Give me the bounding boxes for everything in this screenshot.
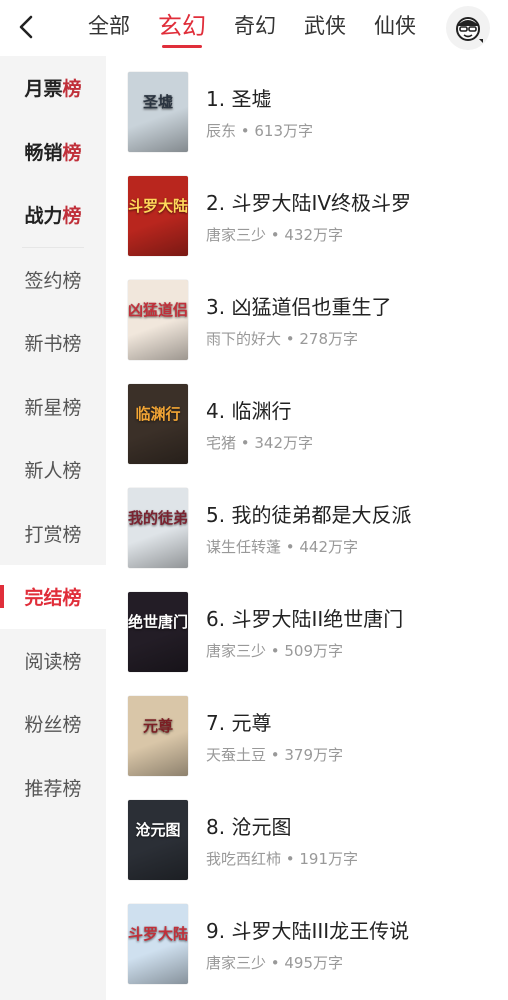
cover-title: 沧元图 <box>135 821 181 839</box>
sidebar-item-recommended[interactable]: 推荐榜 <box>0 756 106 820</box>
sidebar-item-fans[interactable]: 粉丝榜 <box>0 692 106 756</box>
book-title: 7. 元尊 <box>206 711 272 735</box>
cover-title: 斗罗大陆 <box>128 197 188 215</box>
list-item[interactable]: 临渊行 4. 临渊行 宅猪 • 342万字 <box>106 368 508 472</box>
sidebar-item-label-suffix: 榜 <box>62 78 82 101</box>
book-title: 6. 斗罗大陆II绝世唐门 <box>206 607 404 631</box>
book-cover: 凶猛道侣 <box>128 280 188 360</box>
list-item[interactable]: 我的徒弟 5. 我的徒弟都是大反派 谋生任转蓬 • 442万字 <box>106 472 508 576</box>
book-title: 4. 临渊行 <box>206 399 292 423</box>
avatar[interactable] <box>446 6 490 50</box>
list-item[interactable]: 绝世唐门 6. 斗罗大陆II绝世唐门 唐家三少 • 509万字 <box>106 576 508 680</box>
sidebar-item-label-suffix: 榜 <box>62 205 82 228</box>
book-cover: 绝世唐门 <box>128 592 188 672</box>
list-item[interactable]: 沧元图 8. 沧元图 我吃西红柿 • 191万字 <box>106 784 508 888</box>
cover-title: 临渊行 <box>135 405 181 423</box>
book-title: 9. 斗罗大陆III龙王传说 <box>206 919 410 943</box>
book-title: 8. 沧元图 <box>206 815 292 839</box>
book-meta: 谋生任转蓬 • 442万字 <box>206 538 359 556</box>
tab-qihuan[interactable]: 奇幻 <box>234 0 276 56</box>
tab-all[interactable]: 全部 <box>88 0 130 56</box>
book-cover: 圣墟 <box>128 72 188 152</box>
sidebar-item-label: 畅销 <box>24 141 63 164</box>
book-meta: 宅猪 • 342万字 <box>206 434 314 452</box>
sidebar-item-signed[interactable]: 签约榜 <box>0 248 106 312</box>
sidebar-item-new-books[interactable]: 新书榜 <box>0 311 106 375</box>
book-meta: 唐家三少 • 432万字 <box>206 226 344 244</box>
book-meta: 辰东 • 613万字 <box>206 122 314 140</box>
sidebar-item-new-stars[interactable]: 新星榜 <box>0 375 106 439</box>
book-cover: 沧元图 <box>128 800 188 880</box>
sidebar-item-monthly-ticket[interactable]: 月票榜 <box>0 56 106 120</box>
sidebar-item-label: 月票 <box>24 78 63 101</box>
book-cover: 临渊行 <box>128 384 188 464</box>
sidebar-item-label-suffix: 榜 <box>62 141 82 164</box>
sidebar-item-bestseller[interactable]: 畅销榜 <box>0 120 106 184</box>
book-title: 5. 我的徒弟都是大反派 <box>206 503 412 527</box>
tab-xuanhuan[interactable]: 玄幻 <box>158 0 206 56</box>
book-cover: 斗罗大陆 <box>128 904 188 984</box>
book-cover: 我的徒弟 <box>128 488 188 568</box>
book-cover: 斗罗大陆 <box>128 176 188 256</box>
book-title: 3. 凶猛道侣也重生了 <box>206 295 392 319</box>
sidebar-item-newcomers[interactable]: 新人榜 <box>0 438 106 502</box>
list-item[interactable]: 元尊 7. 元尊 天蚕土豆 • 379万字 <box>106 680 508 784</box>
cover-title: 圣墟 <box>142 93 173 111</box>
book-meta: 唐家三少 • 495万字 <box>206 954 344 972</box>
cover-title: 我的徒弟 <box>128 509 188 527</box>
book-cover: 元尊 <box>128 696 188 776</box>
book-title: 2. 斗罗大陆IV终极斗罗 <box>206 191 412 215</box>
cover-title: 斗罗大陆 <box>128 925 188 943</box>
chevron-left-icon <box>19 15 33 39</box>
list-item[interactable]: 斗罗大陆 2. 斗罗大陆IV终极斗罗 唐家三少 • 432万字 <box>106 160 508 264</box>
tab-xianxia[interactable]: 仙侠 <box>374 0 416 56</box>
category-tabs: 全部 玄幻 奇幻 武侠 仙侠 <box>88 0 444 56</box>
sidebar-item-label: 战力 <box>24 205 63 228</box>
cover-title: 绝世唐门 <box>128 613 188 631</box>
list-item[interactable]: 圣墟 1. 圣墟 辰东 • 613万字 <box>106 56 508 160</box>
back-button[interactable] <box>10 10 44 44</box>
book-meta: 天蚕土豆 • 379万字 <box>206 746 344 764</box>
list-item[interactable]: 凶猛道侣 3. 凶猛道侣也重生了 雨下的好大 • 278万字 <box>106 264 508 368</box>
book-meta: 我吃西红柿 • 191万字 <box>206 850 359 868</box>
book-list: 圣墟 1. 圣墟 辰东 • 613万字 斗罗大陆 2. 斗罗大陆IV终极斗罗 唐… <box>106 56 508 1000</box>
cover-title: 元尊 <box>142 717 173 735</box>
book-meta: 雨下的好大 • 278万字 <box>206 330 359 348</box>
sidebar-item-rewards[interactable]: 打赏榜 <box>0 502 106 566</box>
book-title: 1. 圣墟 <box>206 87 272 111</box>
cover-title: 凶猛道侣 <box>128 301 188 319</box>
list-item[interactable]: 斗罗大陆 9. 斗罗大陆III龙王传说 唐家三少 • 495万字 <box>106 888 508 992</box>
sidebar-item-power[interactable]: 战力榜 <box>0 183 106 247</box>
book-meta: 唐家三少 • 509万字 <box>206 642 344 660</box>
user-avatar-icon <box>456 17 483 43</box>
ranking-sidebar: 月票榜 畅销榜 战力榜 签约榜 新书榜 新星榜 新人榜 打赏榜 完结榜 阅读榜 … <box>0 56 106 1000</box>
sidebar-item-completed[interactable]: 完结榜 <box>0 565 106 629</box>
top-bar: 全部 玄幻 奇幻 武侠 仙侠 <box>0 0 508 56</box>
sidebar-item-reading[interactable]: 阅读榜 <box>0 629 106 693</box>
tab-wuxia[interactable]: 武侠 <box>304 0 346 56</box>
